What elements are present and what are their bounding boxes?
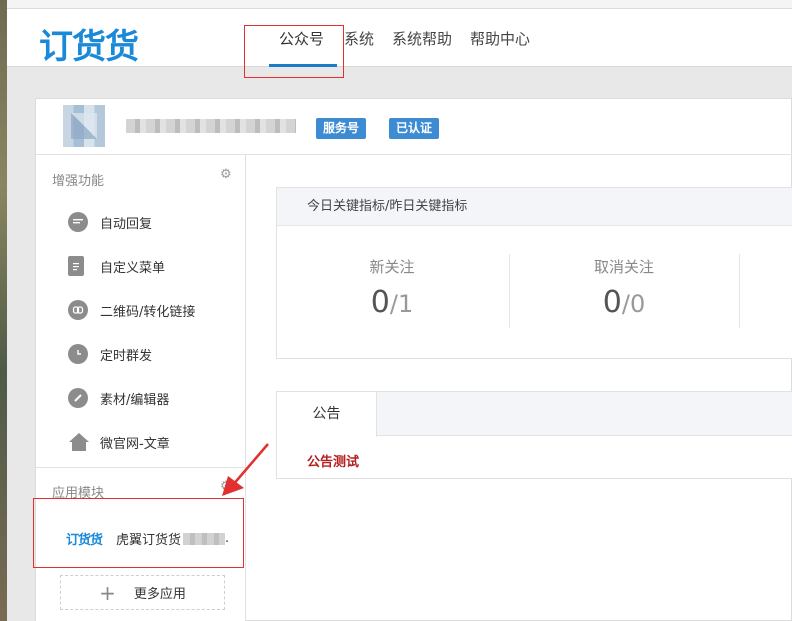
section-divider [36,467,245,468]
gear-icon[interactable]: ⚙ [220,479,232,494]
kpi-value: 0/1 [277,285,507,320]
account-name-redacted [126,119,296,133]
sidebar-item-label: 自定义菜单 [100,260,166,276]
kpi-label: 新关注 [369,258,415,276]
kpi-panel: 今日关键指标/昨日关键指标 新关注 0/1 取消关注 0/0 [276,187,792,359]
avatar [63,105,105,147]
main-panel: 服务号 已认证 增强功能 ⚙ 自动回复 自定义菜单 二维码/转化链接 定时群发 … [33,98,792,621]
nav-item-system[interactable]: 系统 [344,9,374,67]
account-bar: 服务号 已认证 [36,99,792,155]
sidebar-item-label: 定时群发 [100,348,153,364]
brand-logo[interactable]: 订货货 [39,19,139,68]
notice-tabs: 公告 [277,392,792,437]
kpi-divider [739,254,740,328]
kpi-label: 取消关注 [593,258,654,276]
app-item-huyi-dinghuohuo[interactable]: 订货货 虎翼订货货 . [66,529,229,548]
verified-badge: 已认证 [389,118,440,139]
sidebar-item-label: 二维码/转化链接 [100,304,196,320]
kpi-value: 0/0 [509,285,739,320]
section-title-enhanced: 增强功能 [52,174,105,189]
nav-item-help-center[interactable]: 帮助中心 [470,9,530,67]
notice-link[interactable]: 公告测试 [307,451,359,470]
chat-bubble-icon [68,212,88,232]
main-nav: 公众号 系统 系统帮助 帮助中心 [269,9,548,67]
pencil-icon [68,388,88,408]
home-icon [68,432,90,452]
sidebar-item-label: 自动回复 [100,216,153,232]
kpi-unfollow: 取消关注 0/0 [509,226,739,358]
plus-icon: + [99,580,116,605]
more-apps-button[interactable]: + 更多应用 [60,575,225,610]
section-title-apps: 应用模块 [52,486,105,501]
app-label: 虎翼订货货 [116,533,182,548]
kpi-today-value: 0 [370,285,390,320]
sidebar-item-custom-menu[interactable]: 自定义菜单 [68,255,165,277]
kpi-separator: / [389,290,398,318]
tab-notice[interactable]: 公告 [277,392,377,437]
sidebar-item-label: 素材/编辑器 [100,392,170,408]
app-logo-icon: 订货货 [66,533,103,548]
desktop-background-strip [0,0,7,621]
browser-top-edge [7,0,792,9]
sidebar-item-auto-reply[interactable]: 自动回复 [68,211,152,233]
nav-item-official-account[interactable]: 公众号 [269,9,338,67]
notice-panel: 公告 公告测试 [276,391,792,479]
kpi-yesterday-value: 0 [629,290,646,318]
kpi-yesterday-value: 1 [397,290,414,318]
kpi-today-value: 0 [602,285,622,320]
sidebar-item-label: 微官网-文章 [100,436,170,452]
document-edit-icon [68,256,84,276]
kpi-separator: / [621,290,630,318]
sidebar: 增强功能 ⚙ 自动回复 自定义菜单 二维码/转化链接 定时群发 素材/编辑器 微… [33,155,246,621]
clock-icon [68,344,88,364]
sidebar-item-scheduled-send[interactable]: 定时群发 [68,343,152,365]
link-icon [68,300,88,320]
kpi-new-follow: 新关注 0/1 [277,226,507,358]
redacted-text [183,532,226,545]
service-account-badge: 服务号 [316,118,367,139]
gear-icon[interactable]: ⚙ [220,167,232,182]
top-header: 订货货 公众号 系统 系统帮助 帮助中心 [7,9,792,67]
sidebar-item-material-editor[interactable]: 素材/编辑器 [68,387,169,409]
sidebar-item-micro-site-article[interactable]: 微官网-文章 [68,431,170,453]
content-area: 今日关键指标/昨日关键指标 新关注 0/1 取消关注 0/0 公告 公告测试 [246,155,792,621]
kpi-header: 今日关键指标/昨日关键指标 [277,188,792,226]
sidebar-item-qrcode-link[interactable]: 二维码/转化链接 [68,299,195,321]
nav-item-system-help[interactable]: 系统帮助 [392,9,452,67]
more-apps-label: 更多应用 [133,587,186,602]
